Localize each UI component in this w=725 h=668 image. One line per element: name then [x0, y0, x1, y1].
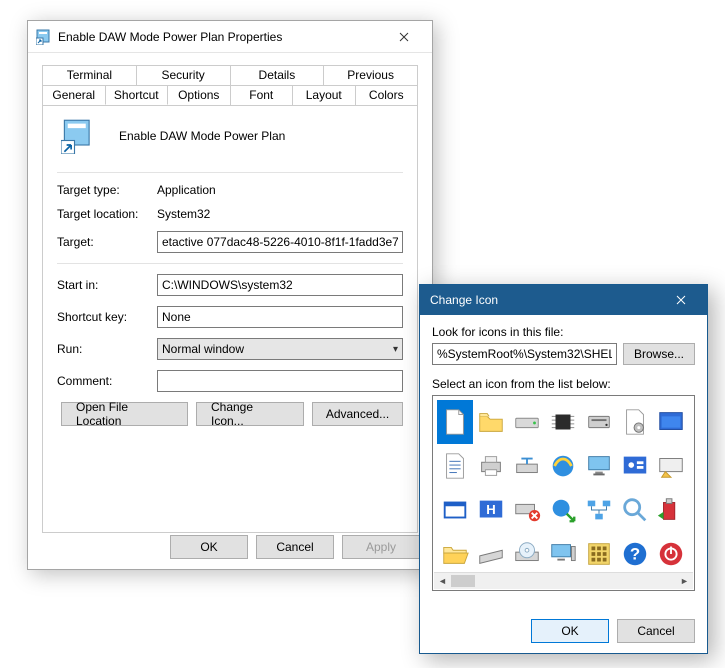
shortcut-name: Enable DAW Mode Power Plan — [119, 129, 285, 143]
run-select[interactable]: Normal window ▾ — [157, 338, 403, 360]
look-for-icons-label: Look for icons in this file: — [432, 325, 695, 339]
shortcut-key-input[interactable] — [157, 306, 403, 328]
icon-document-gear[interactable] — [617, 400, 653, 444]
icon-chip[interactable] — [545, 400, 581, 444]
tab-strip: Terminal Security Details Previous Versi… — [42, 65, 418, 105]
icon-network-drive[interactable] — [509, 444, 545, 488]
label-start-in: Start in: — [57, 278, 157, 292]
properties-window: Enable DAW Mode Power Plan Properties Te… — [27, 20, 433, 570]
icon-printer[interactable] — [473, 444, 509, 488]
change-icon-ok-button[interactable]: OK — [531, 619, 609, 643]
icon-folder-open[interactable] — [437, 532, 473, 576]
properties-title: Enable DAW Mode Power Plan Properties — [58, 30, 382, 44]
open-file-location-button[interactable]: Open File Location — [61, 402, 188, 426]
icon-hibernate[interactable]: H — [473, 488, 509, 532]
properties-body: Terminal Security Details Previous Versi… — [28, 53, 432, 569]
change-icon-close-button[interactable] — [659, 286, 703, 314]
icon-drive-delete[interactable] — [509, 488, 545, 532]
label-target-type: Target type: — [57, 183, 157, 197]
change-icon-title: Change Icon — [430, 293, 659, 307]
icon-control-panel[interactable] — [617, 444, 653, 488]
tab-panel-shortcut: Enable DAW Mode Power Plan Target type: … — [42, 105, 418, 533]
scroll-left-icon[interactable]: ◄ — [434, 573, 451, 589]
icon-globe-arrow[interactable] — [545, 488, 581, 532]
tab-previous-versions[interactable]: Previous Versions — [323, 65, 418, 85]
svg-text:?: ? — [630, 545, 640, 564]
tab-shortcut[interactable]: Shortcut — [105, 85, 169, 105]
icon-network[interactable] — [581, 488, 617, 532]
icon-disk-drive[interactable] — [581, 400, 617, 444]
tab-security[interactable]: Security — [136, 65, 231, 85]
scroll-right-icon[interactable]: ► — [676, 573, 693, 589]
browse-button[interactable]: Browse... — [623, 343, 695, 365]
target-input[interactable] — [157, 231, 403, 253]
change-icon-window: Change Icon Look for icons in this file:… — [419, 284, 708, 654]
icon-run-dialog[interactable] — [653, 444, 689, 488]
scroll-track[interactable] — [451, 573, 676, 589]
value-target-type: Application — [157, 183, 403, 197]
run-select-value: Normal window — [162, 342, 244, 356]
label-shortcut-key: Shortcut key: — [57, 310, 157, 324]
advanced-button[interactable]: Advanced... — [312, 402, 403, 426]
change-icon-cancel-button[interactable]: Cancel — [617, 619, 695, 643]
icon-app-window[interactable] — [437, 488, 473, 532]
label-target-location: Target location: — [57, 207, 157, 221]
change-icon-button[interactable]: Change Icon... — [196, 402, 304, 426]
shortcut-large-icon — [61, 118, 97, 154]
icon-text-document[interactable] — [437, 444, 473, 488]
select-icon-label: Select an icon from the list below: — [432, 377, 695, 391]
tab-font[interactable]: Font — [230, 85, 294, 105]
tab-layout[interactable]: Layout — [292, 85, 356, 105]
tab-terminal[interactable]: Terminal — [42, 65, 137, 85]
properties-close-button[interactable] — [382, 23, 426, 51]
label-target: Target: — [57, 235, 157, 249]
icon-monitor[interactable] — [581, 444, 617, 488]
shortcut-sys-icon — [36, 29, 52, 45]
comment-input[interactable] — [157, 370, 403, 392]
svg-text:H: H — [486, 502, 495, 517]
icon-folder[interactable] — [473, 400, 509, 444]
change-icon-body: Look for icons in this file: Browse... S… — [420, 315, 707, 653]
tab-general[interactable]: General — [42, 85, 106, 105]
label-comment: Comment: — [57, 374, 157, 388]
tab-colors[interactable]: Colors — [355, 85, 419, 105]
icon-usb-drive[interactable] — [653, 488, 689, 532]
icon-listbox[interactable]: H ? ◄ ► — [432, 395, 695, 591]
icon-cd-drive[interactable] — [509, 532, 545, 576]
change-icon-titlebar[interactable]: Change Icon — [420, 285, 707, 315]
icon-list-scrollbar[interactable]: ◄ ► — [434, 572, 693, 589]
properties-footer: OK Cancel Apply — [170, 535, 420, 559]
icon-drive[interactable] — [509, 400, 545, 444]
close-icon — [399, 32, 409, 42]
properties-titlebar[interactable]: Enable DAW Mode Power Plan Properties — [28, 21, 432, 53]
divider — [57, 172, 403, 173]
tab-details[interactable]: Details — [230, 65, 325, 85]
divider — [57, 263, 403, 264]
apply-button[interactable]: Apply — [342, 535, 420, 559]
change-icon-footer: OK Cancel — [531, 619, 695, 643]
icon-blank-document[interactable] — [437, 400, 473, 444]
icon-shutdown[interactable] — [653, 532, 689, 576]
icon-search[interactable] — [617, 488, 653, 532]
icon-computer[interactable] — [545, 532, 581, 576]
cancel-button[interactable]: Cancel — [256, 535, 334, 559]
scroll-thumb[interactable] — [451, 575, 475, 587]
ok-button[interactable]: OK — [170, 535, 248, 559]
close-icon — [676, 295, 686, 305]
icon-scanner[interactable] — [473, 532, 509, 576]
icon-keypad[interactable] — [581, 532, 617, 576]
tab-options[interactable]: Options — [167, 85, 231, 105]
icon-internet-explorer[interactable] — [545, 444, 581, 488]
label-run: Run: — [57, 342, 157, 356]
icon-path-input[interactable] — [432, 343, 617, 365]
icon-window-blue[interactable] — [653, 400, 689, 444]
chevron-down-icon: ▾ — [393, 344, 398, 355]
value-target-location: System32 — [157, 207, 403, 221]
start-in-input[interactable] — [157, 274, 403, 296]
icon-help[interactable]: ? — [617, 532, 653, 576]
